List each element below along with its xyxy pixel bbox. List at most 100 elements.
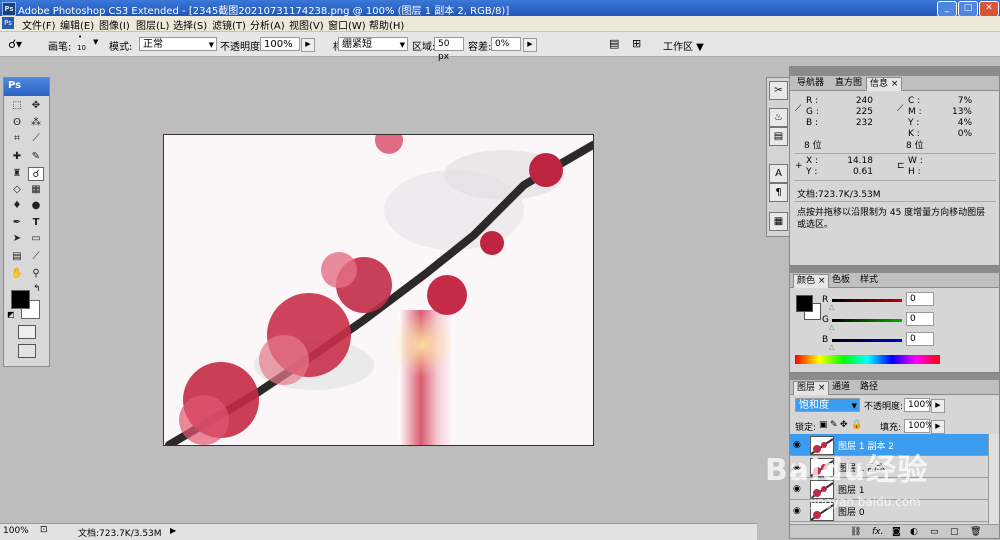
tab-navigator[interactable]: 导航器: [794, 77, 827, 90]
menu-edit[interactable]: 编辑(E): [60, 17, 94, 32]
menu-view[interactable]: 视图(V): [289, 17, 324, 32]
menu-layer[interactable]: 图层(L): [136, 17, 169, 32]
path-selection-tool-icon[interactable]: ➤: [9, 232, 25, 246]
fx-icon[interactable]: fx.: [872, 527, 883, 537]
blur-tool-icon[interactable]: ♦: [9, 199, 25, 213]
brush-size[interactable]: 10: [77, 44, 86, 52]
workspace-button[interactable]: 工作区 ▼: [663, 38, 704, 53]
add-mask-icon[interactable]: ◙: [892, 527, 901, 537]
blue-slider-thumb-icon[interactable]: △: [829, 343, 834, 351]
menu-select[interactable]: 选择(S): [173, 17, 207, 32]
layer-opacity-input[interactable]: 100%: [904, 398, 934, 412]
gradient-tool-icon[interactable]: ▦: [28, 183, 44, 197]
color-r-input[interactable]: 0: [906, 292, 934, 306]
screen-mode-icon[interactable]: [18, 344, 36, 358]
document-canvas[interactable]: [163, 134, 594, 446]
marquee-tool-icon[interactable]: ⬚: [9, 99, 25, 113]
healing-brush-tool-icon[interactable]: ✚: [9, 150, 25, 164]
opacity-input[interactable]: 100%: [260, 37, 300, 51]
tool-preset-icon[interactable]: ☌▾: [8, 37, 22, 51]
lock-all-icon[interactable]: 🔒: [851, 420, 862, 430]
minimize-button[interactable]: _: [937, 1, 957, 17]
character-icon[interactable]: A: [769, 164, 788, 183]
crop-tool-icon[interactable]: ⌗: [9, 132, 25, 146]
type-tool-icon[interactable]: T: [28, 216, 44, 230]
color-g-input[interactable]: 0: [906, 312, 934, 326]
status-arrow-icon[interactable]: ▶: [170, 526, 176, 535]
brush-dropdown-icon[interactable]: ▼: [93, 38, 98, 46]
lasso-tool-icon[interactable]: ʘ: [9, 116, 25, 130]
slice-tool-icon[interactable]: ⟋: [28, 132, 44, 146]
eyedropper-tool-icon[interactable]: ⟋: [28, 250, 44, 264]
menu-image[interactable]: 图像(I): [99, 17, 130, 32]
zoom-tool-icon[interactable]: ⚲: [28, 267, 44, 281]
bridge-icon[interactable]: ⊞: [632, 37, 641, 50]
lock-transparent-icon[interactable]: ▣: [819, 420, 828, 430]
layer-opacity-arrow-icon[interactable]: ▶: [931, 399, 945, 413]
brush-tool-icon[interactable]: ✎: [28, 150, 44, 164]
dodge-tool-icon[interactable]: ●: [28, 199, 44, 213]
brush-dot-icon[interactable]: •: [78, 33, 82, 41]
clone-stamp-tool-icon[interactable]: ♜: [9, 167, 25, 181]
eraser-tool-icon[interactable]: ◇: [9, 183, 25, 197]
default-colors-icon[interactable]: ◩: [7, 310, 15, 319]
close-button[interactable]: ✕: [979, 1, 999, 17]
swap-colors-icon[interactable]: ↰: [33, 284, 41, 294]
notes-tool-icon[interactable]: ▤: [9, 250, 25, 264]
tab-color[interactable]: 颜色 ×: [793, 274, 830, 288]
magic-wand-tool-icon[interactable]: ⁂: [28, 116, 44, 130]
fill-arrow-icon[interactable]: ▶: [931, 420, 945, 434]
lock-position-icon[interactable]: ✥: [840, 420, 848, 430]
hand-tool-icon[interactable]: ✋: [9, 267, 25, 281]
shape-tool-icon[interactable]: ▭: [28, 232, 44, 246]
mode-select[interactable]: 正常 ▼: [139, 37, 217, 51]
green-slider[interactable]: [832, 319, 902, 322]
blend-mode-select[interactable]: 饱和度 ▼: [795, 398, 860, 412]
tab-swatches[interactable]: 色板: [829, 274, 853, 287]
color-fg-swatch[interactable]: [796, 295, 813, 312]
link-layers-icon[interactable]: ⛓: [850, 527, 861, 537]
history-brush-tool-icon[interactable]: ☌: [28, 167, 44, 181]
tab-channels[interactable]: 通道: [829, 381, 853, 394]
area-input[interactable]: 50 px: [434, 37, 464, 62]
foreground-color-swatch-top[interactable]: [11, 290, 30, 309]
delete-layer-icon[interactable]: 🗑: [970, 527, 981, 537]
green-slider-thumb-icon[interactable]: △: [829, 323, 834, 331]
new-group-icon[interactable]: ▭: [930, 527, 939, 537]
adjustment-layer-icon[interactable]: ◐: [910, 527, 918, 537]
tolerance-arrow-icon[interactable]: ▶: [523, 38, 537, 52]
tab-histogram[interactable]: 直方图: [832, 77, 865, 90]
style-select[interactable]: 绷紧短 ▼: [338, 37, 408, 51]
quick-mask-icon[interactable]: [18, 325, 36, 339]
tab-styles[interactable]: 样式: [857, 274, 881, 287]
lock-image-icon[interactable]: ✎: [830, 420, 838, 430]
menu-filter[interactable]: 滤镜(T): [212, 17, 246, 32]
opacity-arrow-icon[interactable]: ▶: [301, 38, 315, 52]
maximize-button[interactable]: □: [958, 1, 978, 17]
clone-source-icon[interactable]: ♨: [769, 108, 788, 127]
fill-input[interactable]: 100%: [904, 419, 934, 433]
color-spectrum-bar[interactable]: [795, 355, 940, 364]
new-layer-icon[interactable]: ▢: [950, 527, 959, 537]
menu-window[interactable]: 窗口(W): [328, 17, 366, 32]
tab-info[interactable]: 信息 ×: [866, 77, 903, 91]
menu-help[interactable]: 帮助(H): [369, 17, 404, 32]
red-slider[interactable]: [832, 299, 902, 302]
red-slider-thumb-icon[interactable]: △: [829, 303, 834, 311]
tab-layers[interactable]: 图层 ×: [793, 381, 830, 395]
tolerance-input[interactable]: 0%: [491, 37, 521, 51]
tools-preset-icon[interactable]: ✂: [769, 81, 788, 100]
eye-icon[interactable]: ◉: [793, 506, 801, 516]
status-icon[interactable]: ⊡: [40, 525, 48, 535]
blue-slider[interactable]: [832, 339, 902, 342]
palette-well-icon[interactable]: ▤: [609, 37, 619, 50]
paragraph-icon[interactable]: ¶: [769, 183, 788, 202]
tab-paths[interactable]: 路径: [857, 381, 881, 394]
history-icon[interactable]: ▤: [769, 127, 788, 146]
document-icon[interactable]: Ps: [2, 17, 14, 29]
menu-file[interactable]: 文件(F): [22, 17, 56, 32]
menu-analysis[interactable]: 分析(A): [250, 17, 285, 32]
pen-tool-icon[interactable]: ✒: [9, 216, 25, 230]
layers-scrollbar[interactable]: [988, 434, 999, 524]
move-tool-icon[interactable]: ✥: [28, 99, 44, 113]
